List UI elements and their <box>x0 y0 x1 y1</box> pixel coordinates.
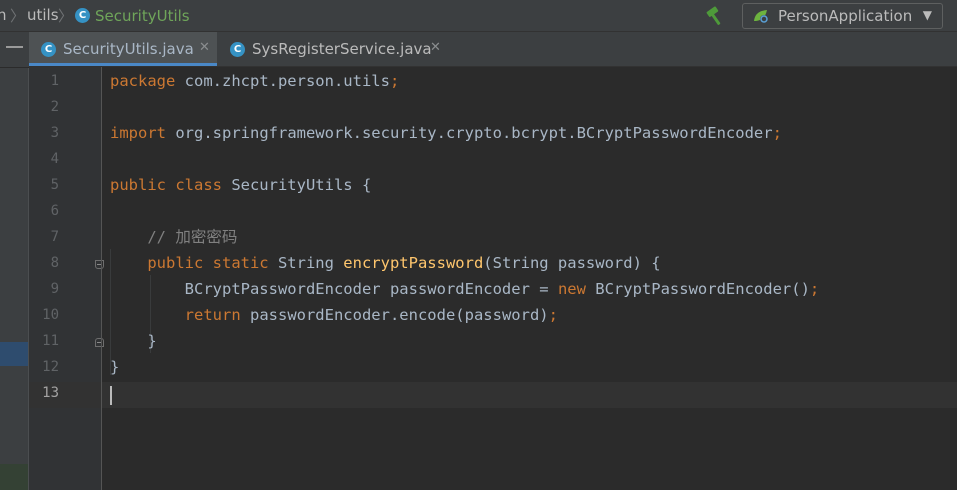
line-number[interactable]: 10 <box>37 302 59 328</box>
code-editor[interactable]: package com.zhcpt.person.utils; import or… <box>102 67 957 490</box>
code-token: com.zhcpt.person.utils <box>175 72 390 90</box>
code-token: encryptPassword <box>343 254 484 272</box>
code-token: } <box>110 358 120 376</box>
breadcrumb-class[interactable]: C SecurityUtils <box>75 6 190 25</box>
selected-tree-row[interactable] <box>0 342 29 366</box>
hammer-icon[interactable] <box>705 5 727 27</box>
tab-security-utils[interactable]: C SecurityUtils.java ✕ <box>29 32 217 66</box>
breadcrumb-project[interactable]: n <box>0 6 7 24</box>
class-icon: C <box>41 42 56 57</box>
code-token: // 加密密码 <box>110 228 238 246</box>
line-number[interactable]: 2 <box>37 94 59 120</box>
editor-tab-bar: C SecurityUtils.java ✕ C SysRegisterServ… <box>29 32 957 67</box>
code-token: ; <box>389 72 400 90</box>
code-token: public static <box>110 254 269 272</box>
code-token: BCryptPasswordEncoder() <box>585 280 810 298</box>
code-line[interactable]: BCryptPasswordEncoder passwordEncoder = … <box>110 276 820 302</box>
code-line[interactable]: } <box>110 328 157 354</box>
code-token: org.springframework.security.crypto.bcry… <box>166 124 773 142</box>
code-token: String <box>268 254 344 272</box>
code-token: ; <box>809 280 820 298</box>
code-line[interactable]: import org.springframework.security.cryp… <box>110 120 782 146</box>
code-line[interactable]: return passwordEncoder.encode(password); <box>110 302 558 328</box>
code-token: import <box>110 124 166 142</box>
breadcrumb-separator: 〉 <box>10 7 26 25</box>
line-number[interactable]: 4 <box>37 146 59 172</box>
code-line[interactable]: // 加密密码 <box>110 224 237 250</box>
code-token: } <box>110 332 157 350</box>
close-icon[interactable]: ✕ <box>199 40 210 55</box>
navigation-bar: n 〉 utils 〉 C SecurityUtils PersonApplica… <box>0 0 957 32</box>
breadcrumb-folder[interactable]: utils <box>27 6 59 24</box>
breadcrumb-separator: 〉 <box>58 7 74 25</box>
breadcrumb-class-label: SecurityUtils <box>95 6 190 25</box>
class-icon: C <box>75 8 90 23</box>
code-line[interactable]: package com.zhcpt.person.utils; <box>110 68 399 94</box>
status-row <box>0 464 29 490</box>
code-token: SecurityUtils { <box>221 176 372 194</box>
code-token: BCryptPasswordEncoder passwordEncoder = <box>110 280 558 298</box>
line-number[interactable]: 7 <box>37 224 59 250</box>
line-number[interactable]: 5 <box>37 172 59 198</box>
code-token: (String password) { <box>483 254 661 272</box>
spring-boot-icon <box>754 10 768 23</box>
tab-label: SysRegisterService.java <box>252 40 432 58</box>
code-line[interactable]: } <box>110 354 119 380</box>
divider <box>0 67 29 68</box>
line-number[interactable]: 11 <box>37 328 59 354</box>
code-token: public class <box>110 176 222 194</box>
code-line[interactable]: public static String encryptPassword(Str… <box>110 250 661 276</box>
code-token: package <box>110 72 176 90</box>
line-number[interactable]: 1 <box>37 68 59 94</box>
line-number[interactable]: 13 <box>37 380 59 406</box>
line-number[interactable]: 6 <box>37 198 59 224</box>
line-number[interactable]: 8 <box>37 250 59 276</box>
tab-sys-register-service[interactable]: C SysRegisterService.java ✕ <box>218 32 454 66</box>
class-icon: C <box>230 42 245 57</box>
run-configuration-selector[interactable]: PersonApplication ▼ <box>742 3 943 29</box>
code-token: passwordEncoder.encode(password) <box>240 306 549 324</box>
line-number[interactable]: 9 <box>37 276 59 302</box>
code-token: return <box>110 306 241 324</box>
close-icon[interactable]: ✕ <box>430 40 441 55</box>
project-panel-strip[interactable] <box>0 32 29 490</box>
code-token: new <box>557 280 586 298</box>
tab-label: SecurityUtils.java <box>63 40 194 58</box>
current-line-highlight <box>102 382 957 408</box>
code-token: ; <box>548 306 558 324</box>
line-number[interactable]: 3 <box>37 120 59 146</box>
line-number-gutter[interactable]: 1 2 3 4 5 6 7 8 9 10 11 12 13 <box>29 67 104 490</box>
minimize-icon[interactable] <box>6 46 23 48</box>
chevron-down-icon: ▼ <box>922 8 932 22</box>
text-caret <box>110 386 112 405</box>
code-line[interactable]: public class SecurityUtils { <box>110 172 371 198</box>
run-config-label: PersonApplication <box>778 7 913 25</box>
line-number[interactable]: 12 <box>37 354 59 380</box>
code-token: ; <box>772 124 782 142</box>
